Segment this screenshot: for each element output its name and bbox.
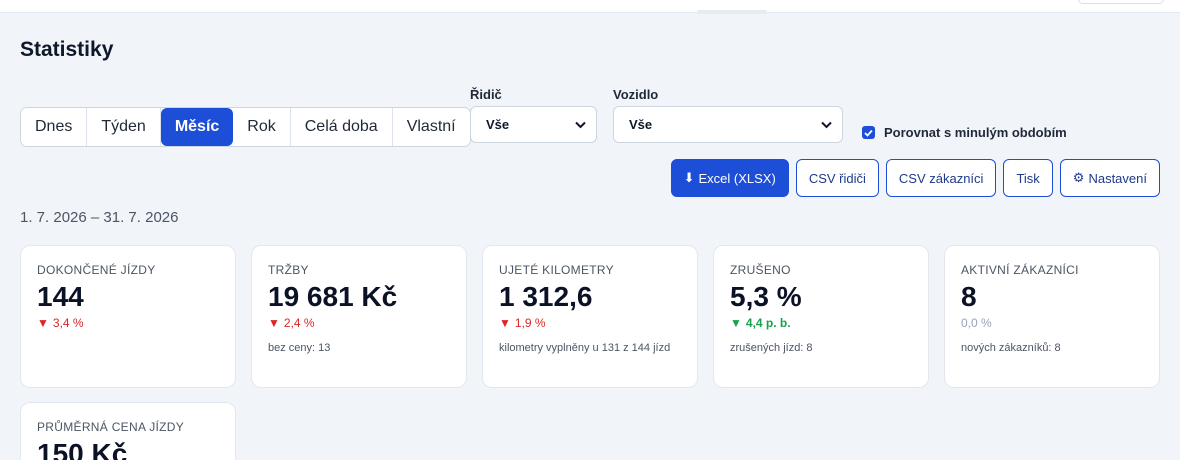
top-bar-button[interactable] <box>1078 0 1164 4</box>
nav-active-indicator <box>697 10 767 14</box>
card-label: Dokončené jízdy <box>37 263 156 277</box>
settings-button[interactable]: ⚙ Nastavení <box>1059 159 1160 197</box>
card-delta-value: 2,4 % <box>283 316 315 330</box>
export-excel-button[interactable]: ⬇ Excel (XLSX) <box>670 159 789 197</box>
driver-select-value: Vše <box>486 117 510 132</box>
export-actions: ⬇ Excel (XLSX) CSV řidiči CSV zákazníci … <box>670 159 1160 197</box>
card-delta-value: 1,9 % <box>514 316 546 330</box>
card-delta: ▼ 4,4 p. b. <box>730 316 912 330</box>
stat-card-active-customers: Aktivní zákazníci 8 0,0 % nových zákazní… <box>944 245 1160 388</box>
period-tab-dnes[interactable]: Dnes <box>21 108 88 146</box>
top-navigation-bar <box>0 0 1180 14</box>
vehicle-select-value: Vše <box>629 117 653 132</box>
compare-label: Porovnat s minulým obdobím <box>884 125 1067 140</box>
period-tab-mesic[interactable]: Měsíc <box>160 108 234 146</box>
card-delta-value: 4,4 p. b. <box>745 316 791 330</box>
card-note: kilometry vyplněny u 131 z 144 jízd <box>499 342 671 354</box>
driver-select[interactable]: Vše <box>470 106 597 143</box>
card-label: Aktivní zákazníci <box>961 263 1079 277</box>
chevron-down-icon <box>821 121 832 128</box>
card-delta: 0,0 % <box>961 316 992 330</box>
card-value: 150 Kč <box>37 438 128 460</box>
period-tab-tyden[interactable]: Týden <box>87 108 161 146</box>
stat-card-completed-rides: Dokončené jízdy 144 ▼ 3,4 % <box>20 245 236 388</box>
card-delta: ▼ 2,4 % <box>268 316 450 330</box>
triangle-down-icon: ▼ <box>268 316 280 330</box>
card-delta: ▼ 1,9 % <box>499 316 681 330</box>
settings-label: Nastavení <box>1088 170 1147 186</box>
chevron-down-icon <box>575 121 586 128</box>
gear-icon: ⚙ <box>1072 170 1085 185</box>
card-delta-value: 3,4 % <box>52 316 84 330</box>
card-note: nových zákazníků: 8 <box>961 342 1061 354</box>
driver-filter-label: Řidič <box>470 87 502 102</box>
card-label: Ujeté kilometry <box>499 263 614 277</box>
page-title: Statistiky <box>20 38 114 61</box>
card-label: Zrušeno <box>730 263 791 277</box>
card-value: 19 681 Kč <box>268 281 398 312</box>
stat-card-average-price: Průměrná cena jízdy 150 Kč <box>20 402 236 460</box>
export-csv-drivers-button[interactable]: CSV řidiči <box>795 159 879 197</box>
card-value: 144 <box>37 281 84 312</box>
compare-previous-toggle[interactable]: Porovnat s minulým obdobím <box>862 125 1067 140</box>
stat-card-distance: Ujeté kilometry 1 312,6 ▼ 1,9 % kilometry… <box>482 245 698 388</box>
stat-card-revenue: Tržby 19 681 Kč ▼ 2,4 % bez ceny: 13 <box>251 245 467 388</box>
card-note: bez ceny: 13 <box>268 342 331 354</box>
card-label: Průměrná cena jízdy <box>37 420 185 434</box>
stat-card-cancelled: Zrušeno 5,3 % ▼ 4,4 p. b. zrušených jízd:… <box>713 245 929 388</box>
period-tab-cela-doba[interactable]: Celá doba <box>290 108 393 146</box>
period-range: 1. 7. 2026 – 31. 7. 2026 <box>20 209 179 226</box>
checkmark-icon <box>864 129 873 137</box>
export-csv-customers-button[interactable]: CSV zákazníci <box>885 159 997 197</box>
compare-checkbox[interactable] <box>862 126 875 139</box>
card-value: 1 312,6 <box>499 281 593 312</box>
print-button[interactable]: Tisk <box>1003 159 1053 197</box>
vehicle-select[interactable]: Vše <box>613 106 843 143</box>
period-tab-vlastni[interactable]: Vlastní <box>392 108 470 146</box>
card-value: 5,3 % <box>730 281 802 312</box>
card-value: 8 <box>961 281 977 312</box>
card-note: zrušených jízd: 8 <box>730 342 813 354</box>
export-excel-label: Excel (XLSX) <box>698 170 776 186</box>
vehicle-filter-label: Vozidlo <box>613 87 659 102</box>
card-delta: ▼ 3,4 % <box>37 316 219 330</box>
triangle-down-icon: ▼ <box>730 316 742 330</box>
period-tab-rok[interactable]: Rok <box>233 108 291 146</box>
triangle-down-icon: ▼ <box>499 316 511 330</box>
triangle-down-icon: ▼ <box>37 316 49 330</box>
card-label: Tržby <box>268 263 309 277</box>
period-tabs: Dnes Týden Měsíc Rok Celá doba Vlastní <box>20 107 471 147</box>
download-icon: ⬇ <box>683 170 695 185</box>
